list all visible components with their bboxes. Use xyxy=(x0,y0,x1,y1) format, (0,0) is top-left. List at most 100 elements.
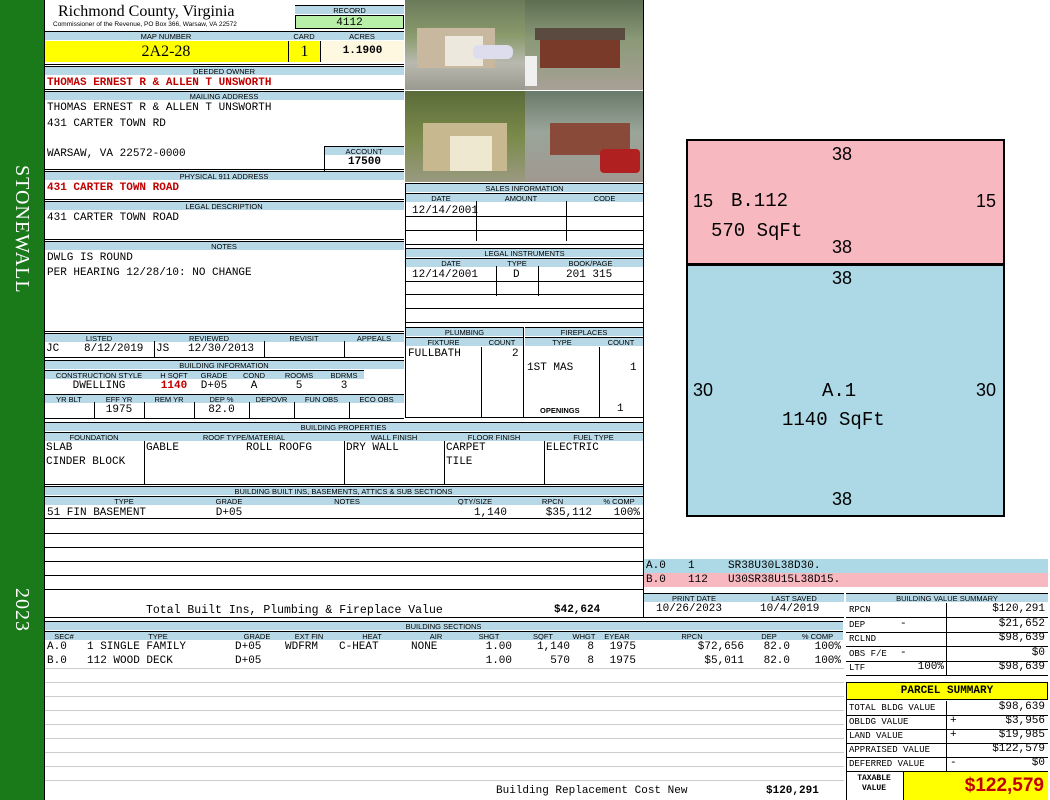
sketch-a-area: 1140 SqFt xyxy=(782,409,885,431)
table-rule xyxy=(406,216,643,217)
print-date: 10/26/2023 xyxy=(656,603,723,615)
section-cell-6: 1.00 xyxy=(485,641,512,653)
section-head-2: GRADE xyxy=(232,631,282,640)
col-rule xyxy=(324,146,325,171)
vector-b-path: U30SR38U15L38D15. xyxy=(728,574,841,586)
county-subtitle: Commissioner of the Revenue, PO Box 366,… xyxy=(53,21,237,28)
col-rule xyxy=(264,341,265,357)
section-cell-3: WDFRM xyxy=(285,641,319,653)
revisit-label: REVISIT xyxy=(264,333,344,342)
bvs-label-1: DEP xyxy=(849,619,866,630)
listed-date: 8/12/2019 xyxy=(84,343,144,355)
bi2-val-1: 1975 xyxy=(105,404,133,416)
builtins-total-label: Total Built Ins, Plumbing & Fireplace Va… xyxy=(146,604,443,617)
bi2-head-4: DEPOVR xyxy=(249,394,294,403)
listed-by: JC xyxy=(46,343,60,355)
bi2-head-6: ECO OBS xyxy=(349,394,404,403)
roof-2: ROLL ROOFG xyxy=(246,442,313,454)
map-label: MAP NUMBER xyxy=(44,31,288,40)
section-row-rule xyxy=(44,696,844,697)
openings-label: OPENINGS xyxy=(540,406,580,415)
tax-year: 2023 xyxy=(11,588,33,632)
prop-head-1: ROOF TYPE/MATERIAL xyxy=(144,432,344,441)
card-label: CARD xyxy=(288,31,320,40)
bvs-label-4: LTF xyxy=(849,663,866,673)
builtin-head-0: TYPE xyxy=(44,496,204,505)
listed-label: LISTED xyxy=(44,333,154,342)
bvs-op-1: - xyxy=(900,617,907,630)
sketch-b-right: 15 xyxy=(976,191,997,211)
section-cell-12: 100% xyxy=(814,641,841,653)
section-head-9: EYEAR xyxy=(596,631,638,640)
district-sidebar: STONEWALL 2023 xyxy=(0,0,44,800)
building-info-label: BUILDING INFORMATION xyxy=(44,360,404,369)
appeals-label: APPEALS xyxy=(344,333,404,342)
table-rule xyxy=(406,281,643,282)
property-photo-4 xyxy=(525,91,644,182)
section-row-rule xyxy=(44,752,844,753)
section-head-6: SHGT xyxy=(464,631,514,640)
table-rule xyxy=(44,89,404,90)
col-rule xyxy=(444,441,445,484)
table-rule xyxy=(44,239,404,240)
print-date-label: PRINT DATE xyxy=(644,593,744,602)
bvs-op-3: - xyxy=(900,646,907,659)
col-rule xyxy=(496,266,497,296)
mailing-line3: WARSAW, VA 22572-0000 xyxy=(47,148,186,160)
section-cell-10: $5,011 xyxy=(704,655,744,667)
bi-val-3: A xyxy=(250,380,258,392)
table-rule xyxy=(44,561,643,562)
col-rule xyxy=(349,402,350,418)
col-rule xyxy=(249,402,250,418)
bi-head-4: ROOMS xyxy=(274,370,324,379)
reviewed-date: 12/30/2013 xyxy=(188,343,255,355)
table-rule xyxy=(406,230,643,231)
bi-val-2: D+05 xyxy=(200,380,228,392)
sections-label: BUILDING SECTIONS xyxy=(44,621,843,630)
vector-row-a xyxy=(644,559,1048,573)
col-rule xyxy=(154,341,155,357)
notes-line2: PER HEARING 12/28/10: NO CHANGE xyxy=(47,267,252,279)
table-rule xyxy=(44,357,404,358)
bvs-col xyxy=(946,603,947,676)
prop-head-2: WALL FINISH xyxy=(344,432,444,441)
section-row-rule xyxy=(44,738,844,739)
sketch-a-right: 30 xyxy=(976,380,997,400)
property-photo-3 xyxy=(405,91,525,182)
sketch-a-top: 38 xyxy=(832,268,853,288)
col-rule xyxy=(344,341,345,357)
bi-head-5: BDRMS xyxy=(324,370,364,379)
bi-head-0: CONSTRUCTION STYLE xyxy=(44,370,154,379)
col-rule xyxy=(538,266,539,296)
fuel-type: ELECTRIC xyxy=(546,442,599,454)
parcel-label-3: APPRAISED VALUE xyxy=(849,745,931,755)
plumbing-label: PLUMBING xyxy=(406,327,523,336)
bvs-op-4: 100% xyxy=(917,661,944,673)
table-rule xyxy=(646,617,844,618)
section-row-rule xyxy=(44,710,844,711)
bi-val-0: DWELLING xyxy=(72,380,126,392)
plumbing-divider xyxy=(523,327,524,417)
section-cell-12: 100% xyxy=(814,655,841,667)
taxable-value: $122,579 xyxy=(903,771,1048,800)
section-cell-0: A.0 xyxy=(47,641,67,653)
bi-val-1: 1140 xyxy=(160,380,188,392)
left-border xyxy=(44,0,45,800)
parcel-label-0: TOTAL BLDG VALUE xyxy=(849,703,936,713)
vector-b-code: 112 xyxy=(688,574,708,586)
bi-head-1: H SQFT xyxy=(154,370,194,379)
sketch-b-area: 570 SqFt xyxy=(711,220,803,242)
section-row-rule xyxy=(44,724,844,725)
li-head-1: TYPE xyxy=(496,258,538,267)
section-cell-9: 1975 xyxy=(609,655,636,667)
sales-head-2: CODE xyxy=(566,193,643,202)
section-cell-8: 8 xyxy=(587,655,594,667)
fireplace-type: 1ST MAS xyxy=(527,362,574,374)
fixture-count: 2 xyxy=(512,348,519,360)
foundation-1: SLAB xyxy=(46,442,73,454)
section-cell-7: 1,140 xyxy=(536,641,570,653)
mid-divider xyxy=(405,183,406,418)
prop-head-3: FLOOR FINISH xyxy=(444,432,544,441)
col-rule xyxy=(599,402,600,417)
table-rule xyxy=(44,169,404,170)
